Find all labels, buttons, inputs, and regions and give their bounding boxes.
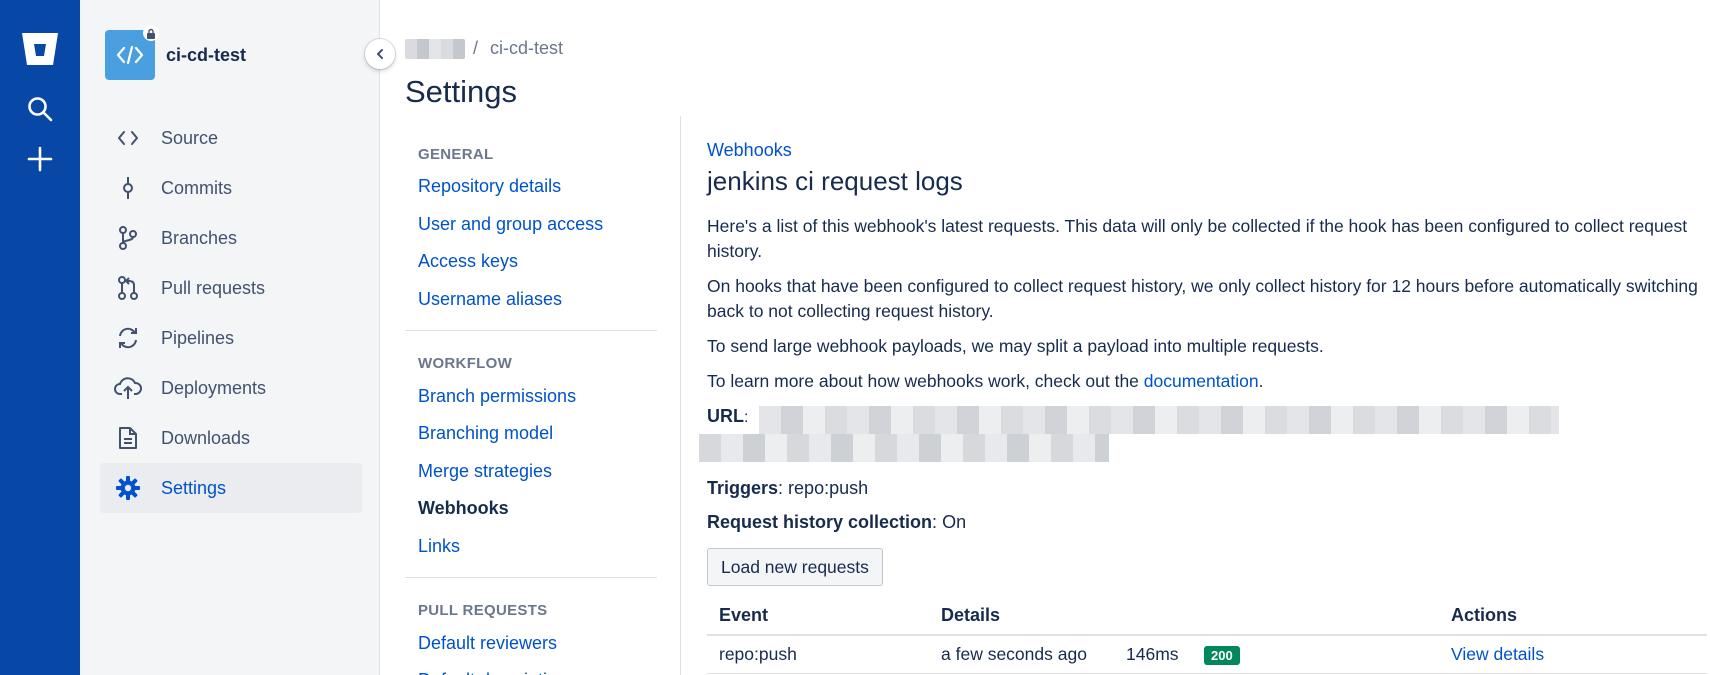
pull-request-icon: [114, 274, 142, 302]
page-title: Settings: [405, 74, 518, 109]
row-duration: 146ms: [1114, 635, 1192, 674]
doc-text-prefix: To learn more about how webhooks work, c…: [707, 371, 1144, 391]
divider: [405, 577, 657, 579]
settings-icon: [114, 474, 142, 502]
pipelines-icon: [114, 324, 142, 352]
sidebar-item-deployments[interactable]: Deployments: [100, 363, 362, 413]
settings-link-username-aliases[interactable]: Username aliases: [405, 281, 657, 319]
global-nav: [0, 0, 80, 675]
settings-link-default-description[interactable]: Default description: [405, 662, 657, 675]
settings-link-links[interactable]: Links: [405, 528, 657, 566]
lock-icon: [143, 25, 159, 41]
row-event: repo:push: [707, 635, 929, 674]
view-details-link[interactable]: View details: [1451, 644, 1544, 664]
table-header-row: Event Details Actions: [707, 597, 1707, 636]
load-new-requests-button[interactable]: Load new requests: [707, 548, 883, 586]
breadcrumb-workspace-redacted[interactable]: [405, 38, 465, 59]
settings-nav-divider: [680, 116, 681, 675]
description-paragraph: Here's a list of this webhook's latest r…: [707, 216, 1688, 261]
sidebar-item-label: Commits: [161, 177, 232, 198]
sidebar-nav: Source Commits Branches Pull requests Pi…: [100, 113, 362, 513]
url-colon: :: [744, 409, 749, 426]
sidebar-item-source[interactable]: Source: [100, 113, 362, 163]
doc-text-suffix: .: [1258, 371, 1264, 391]
settings-section-general: GENERAL: [418, 145, 494, 163]
sidebar-item-label: Branches: [161, 227, 238, 248]
sidebar-item-settings[interactable]: Settings: [100, 463, 362, 513]
sidebar-item-branches[interactable]: Branches: [100, 213, 362, 263]
history-label: Request history collection: [707, 512, 933, 532]
settings-nav: GENERAL Repository details User and grou…: [405, 140, 657, 675]
settings-link-branch-permissions[interactable]: Branch permissions: [405, 377, 657, 415]
documentation-link[interactable]: documentation: [1144, 371, 1259, 391]
column-header-duration: [1114, 597, 1192, 636]
url-label: URL: [707, 406, 744, 426]
commit-icon: [114, 174, 142, 202]
settings-link-webhooks[interactable]: Webhooks: [405, 490, 657, 528]
sidebar-item-label: Pull requests: [161, 277, 266, 298]
triggers-row: Triggers: repo:push: [707, 478, 869, 498]
chevron-left-icon: [377, 49, 383, 59]
sidebar-item-label: Deployments: [161, 377, 267, 398]
settings-link-user-group-access[interactable]: User and group access: [405, 206, 657, 244]
sidebar-item-downloads[interactable]: Downloads: [100, 413, 362, 463]
sidebar-item-pipelines[interactable]: Pipelines: [100, 313, 362, 363]
create-icon[interactable]: [0, 137, 80, 181]
breadcrumb-repo-link[interactable]: ci-cd-test: [490, 38, 563, 59]
webhook-request-logs: Webhooks jenkins ci request logs Here's …: [699, 140, 1707, 674]
repo-header[interactable]: ci-cd-test: [105, 25, 247, 80]
divider: [405, 330, 657, 332]
description-paragraph: To send large webhook payloads, we may s…: [707, 336, 1324, 356]
column-header-actions: Actions: [1439, 597, 1707, 636]
column-header-event: Event: [707, 597, 929, 636]
settings-section-pull-requests: PULL REQUESTS: [418, 601, 548, 619]
sidebar-item-label: Settings: [161, 477, 227, 498]
request-log-table: Event Details Actions repo:push a few se…: [707, 597, 1707, 674]
settings-link-repository-details[interactable]: Repository details: [405, 168, 657, 206]
breadcrumb-separator: /: [473, 38, 479, 58]
row-actions: View details: [1439, 635, 1707, 674]
column-header-status: [1192, 597, 1439, 636]
url-value-redacted: [699, 434, 1109, 462]
description-paragraph: On hooks that have been configured to co…: [707, 276, 1698, 321]
collapse-sidebar-button[interactable]: [365, 39, 395, 69]
branch-icon: [114, 224, 142, 252]
settings-link-branching-model[interactable]: Branching model: [405, 415, 657, 453]
webhooks-back-link[interactable]: Webhooks: [707, 140, 1702, 164]
sidebar-item-commits[interactable]: Commits: [100, 163, 362, 213]
triggers-value: repo:push: [788, 478, 869, 498]
code-icon: [114, 124, 142, 152]
sidebar-item-label: Pipelines: [161, 327, 235, 348]
project-sidebar: ci-cd-test Source Commits Branches Pull …: [80, 0, 380, 675]
row-time: a few seconds ago: [929, 635, 1114, 674]
history-value: On: [942, 512, 967, 532]
row-status: 200: [1192, 635, 1439, 674]
bitbucket-logo-icon[interactable]: [0, 27, 80, 71]
repo-name: ci-cd-test: [166, 44, 247, 65]
settings-section-workflow: WORKFLOW: [418, 354, 513, 372]
search-icon[interactable]: [0, 87, 80, 131]
url-value-redacted: [759, 406, 1559, 434]
table-row: repo:push a few seconds ago 146ms 200 Vi…: [707, 635, 1707, 674]
breadcrumb: / ci-cd-test: [405, 38, 563, 59]
settings-link-merge-strategies[interactable]: Merge strategies: [405, 453, 657, 491]
sidebar-item-label: Downloads: [161, 427, 251, 448]
downloads-icon: [114, 424, 142, 452]
triggers-label: Triggers: [707, 478, 779, 498]
content-title: jenkins ci request logs: [707, 166, 963, 196]
settings-link-default-reviewers[interactable]: Default reviewers: [405, 624, 657, 662]
description-paragraph: To learn more about how webhooks work, c…: [707, 369, 1702, 394]
repo-avatar: [105, 25, 159, 80]
status-badge: 200: [1204, 645, 1240, 665]
deployments-icon: [114, 374, 142, 402]
history-collection-row: Request history collection: On: [707, 512, 967, 532]
webhook-url: URL:: [699, 406, 1702, 468]
settings-link-access-keys[interactable]: Access keys: [405, 243, 657, 281]
sidebar-item-label: Source: [161, 127, 219, 148]
sidebar-item-pull-requests[interactable]: Pull requests: [100, 263, 362, 313]
code-icon: [116, 45, 144, 65]
column-header-details: Details: [929, 597, 1114, 636]
